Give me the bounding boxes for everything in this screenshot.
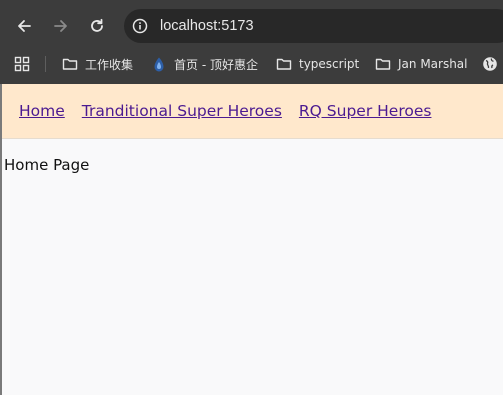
bookmark-dinghao-home[interactable]: 首页 - 顶好惠企 (151, 50, 258, 78)
forward-button[interactable] (47, 8, 75, 44)
arrow-left-icon (18, 20, 31, 32)
folder-icon (276, 56, 292, 72)
nav-link-home[interactable]: Home (19, 102, 65, 120)
nav-link-traditional-super-heroes[interactable]: Tranditional Super Heroes (82, 102, 282, 120)
bookmark-label: 工作收集 (85, 57, 134, 72)
bookmark-label: Jan Marshal (398, 57, 468, 71)
bookmark-globe-site[interactable] (482, 50, 503, 78)
app-header: Home Tranditional Super Heroes RQ Super … (2, 84, 503, 139)
reload-button[interactable] (83, 8, 111, 44)
address-bar[interactable]: localhost:5173 (124, 9, 503, 43)
browser-toolbar: localhost:5173 (0, 8, 503, 44)
bookmark-label: 首页 - 顶好惠企 (174, 57, 258, 72)
nav-link-rq-super-heroes[interactable]: RQ Super Heroes (299, 102, 432, 120)
bookmark-label: typescript (299, 57, 360, 71)
browser-chrome: localhost:5173 工作收集 首页 - 顶好惠企 typescript… (0, 0, 503, 84)
bookmarks-bar: 工作收集 首页 - 顶好惠企 typescript Jan Marshal (0, 50, 503, 78)
folder-icon (62, 56, 78, 72)
site-info-icon[interactable] (132, 18, 148, 34)
reload-icon (91, 18, 103, 32)
arrow-right-icon (54, 20, 67, 32)
page-content: Home Page (2, 139, 503, 395)
back-button[interactable] (10, 8, 38, 44)
apps-grid-icon (14, 56, 30, 72)
folder-icon (375, 56, 391, 72)
url-text[interactable]: localhost:5173 (160, 18, 254, 34)
bookmark-jan-marshal-folder[interactable]: Jan Marshal (375, 50, 468, 78)
page-title: Home Page (4, 156, 90, 174)
globe-icon (482, 56, 498, 72)
bookmark-typescript-folder[interactable]: typescript (276, 50, 359, 78)
app-nav: Home Tranditional Super Heroes RQ Super … (19, 102, 431, 120)
bookmark-work-folder[interactable]: 工作收集 (62, 50, 133, 78)
site-favicon-icon (151, 56, 167, 72)
bookmarks-separator (45, 56, 46, 72)
apps-button[interactable] (14, 50, 37, 78)
